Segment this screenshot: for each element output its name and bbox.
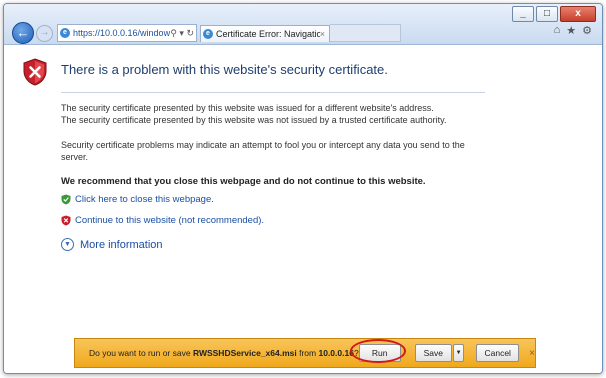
more-information-toggle[interactable]: ▼ More information: [61, 238, 163, 251]
window-controls: _ □ x: [512, 6, 596, 22]
cert-issue-line-2: The security certificate presented by th…: [61, 115, 447, 125]
close-webpage-label[interactable]: Click here to close this webpage.: [75, 194, 214, 205]
recommendation-text: We recommend that you close this webpage…: [61, 176, 426, 187]
more-information-label[interactable]: More information: [80, 239, 163, 251]
new-tab-area[interactable]: [330, 24, 401, 42]
save-dropdown-button[interactable]: ▼: [452, 344, 465, 362]
download-message: Do you want to run or save RWSSHDService…: [89, 348, 359, 358]
maximize-button[interactable]: □: [536, 6, 558, 22]
save-button[interactable]: Save: [414, 344, 452, 362]
notification-close-icon[interactable]: ×: [529, 348, 535, 359]
cert-warning-line-1: Security certificate problems may indica…: [61, 140, 465, 150]
tab-title: Certificate Error: Navigation...: [216, 28, 320, 39]
page-content: There is a problem with this website's s…: [4, 45, 602, 373]
download-message-prefix: Do you want to run or save: [89, 348, 193, 358]
browser-window: _ □ x ← → e https://10.0.0.16/windows/ ⚲…: [3, 3, 603, 374]
run-button-wrapper: Run: [349, 339, 406, 363]
tab-certificate-error[interactable]: e Certificate Error: Navigation... ×: [200, 24, 330, 42]
close-window-button[interactable]: x: [560, 6, 596, 22]
red-shield-icon: [61, 215, 71, 226]
tools-icon[interactable]: ⚙: [582, 24, 592, 37]
continue-website-label[interactable]: Continue to this website (not recommende…: [75, 215, 264, 226]
tab-close-icon[interactable]: ×: [320, 29, 325, 39]
download-host: 10.0.0.16: [318, 348, 354, 358]
green-shield-icon: [61, 194, 71, 205]
minimize-button[interactable]: _: [512, 6, 534, 22]
cert-issue-paragraph: The security certificate presented by th…: [61, 102, 491, 126]
address-url: https://10.0.0.16/windows/: [73, 28, 171, 38]
favorites-icon[interactable]: ★: [566, 24, 576, 37]
cert-warning-paragraph: Security certificate problems may indica…: [61, 139, 491, 163]
download-notification-bar: Do you want to run or save RWSSHDService…: [74, 338, 536, 368]
continue-website-link[interactable]: Continue to this website (not recommende…: [61, 215, 264, 226]
forward-button[interactable]: →: [36, 24, 53, 42]
download-message-middle: from: [296, 348, 319, 358]
cert-issue-line-1: The security certificate presented by th…: [61, 103, 434, 113]
browser-chrome: _ □ x ← → e https://10.0.0.16/windows/ ⚲…: [4, 4, 602, 45]
navigation-row: ← → e https://10.0.0.16/windows/ ⚲ ▾ ↻ e…: [12, 22, 401, 44]
download-filename: RWSSHDService_x64.msi: [192, 348, 297, 358]
highlight-circle: [349, 339, 406, 363]
expand-chevron-icon: ▼: [61, 238, 74, 251]
page-title: There is a problem with this website's s…: [61, 62, 388, 77]
ie-page-icon: e: [60, 28, 70, 38]
address-bar[interactable]: e https://10.0.0.16/windows/ ⚲ ▾ ↻: [57, 24, 197, 42]
tab-ie-icon: e: [203, 28, 213, 39]
close-webpage-link[interactable]: Click here to close this webpage.: [61, 194, 214, 205]
back-button[interactable]: ←: [12, 22, 34, 44]
heading-divider: [61, 92, 485, 93]
command-icons: ⌂ ★ ⚙: [554, 24, 592, 37]
shield-error-icon: [23, 58, 47, 86]
home-icon[interactable]: ⌂: [554, 24, 561, 37]
address-tools-icons[interactable]: ⚲ ▾ ↻: [170, 28, 194, 39]
cert-warning-line-2: server.: [61, 152, 89, 162]
cancel-button[interactable]: Cancel: [476, 344, 520, 362]
